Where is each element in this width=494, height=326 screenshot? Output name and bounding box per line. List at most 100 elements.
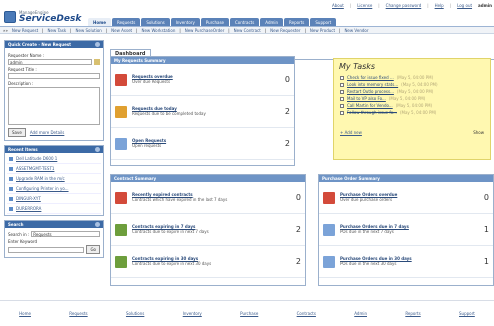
list-item[interactable]: Look into memory stats... (May 5, 04:00 P…: [334, 81, 490, 88]
list-item[interactable]: Purchase Orders overdue Over due purchase…: [319, 182, 493, 214]
change-password-link[interactable]: Change password: [386, 3, 422, 8]
new-asset-link[interactable]: New Asset: [111, 28, 132, 33]
list-item[interactable]: Dell Latitude D600 1: [7, 154, 101, 164]
search-in-select[interactable]: Requests: [31, 231, 100, 237]
tab-support[interactable]: Support: [310, 18, 337, 26]
requester-input[interactable]: admin: [8, 59, 92, 65]
new-product-link[interactable]: New Product: [310, 28, 335, 33]
footer-contracts-link[interactable]: Contracts: [297, 311, 316, 316]
tab-reports[interactable]: Reports: [284, 18, 310, 26]
list-item[interactable]: Restart Outlo process... (May 5, 04:00 PM…: [334, 88, 490, 95]
list-item[interactable]: Requests due today Requests due to be com…: [111, 96, 294, 128]
tab-admin[interactable]: Admin: [260, 18, 284, 26]
list-item[interactable]: ASSETMGMT-TEST1: [7, 164, 101, 174]
username-label: admin: [478, 3, 492, 8]
help-link[interactable]: Help: [435, 3, 444, 8]
footer-requests-link[interactable]: Requests: [69, 311, 87, 316]
task-checkbox[interactable]: [340, 110, 344, 115]
item-count: 2: [295, 225, 301, 234]
footer-inventory-link[interactable]: Inventory: [183, 311, 202, 316]
asset-icon: [9, 156, 13, 161]
po-7days-icon: [323, 223, 335, 236]
tab-contracts[interactable]: Contracts: [230, 18, 260, 26]
list-item[interactable]: Contracts expiring in 30 days Contracts d…: [111, 246, 305, 278]
list-item[interactable]: Contracts expiring in 7 days Contracts du…: [111, 214, 305, 246]
tab-solutions[interactable]: Solutions: [141, 18, 170, 26]
requester-lookup-icon[interactable]: [94, 59, 100, 65]
license-link[interactable]: License: [357, 3, 372, 8]
logout-link[interactable]: Log out: [457, 3, 472, 8]
footer-solutions-link[interactable]: Solutions: [126, 311, 144, 316]
footer-support-link[interactable]: Support: [459, 311, 475, 316]
task-date: (May 5, 04:00 PM): [396, 89, 434, 94]
due-today-icon: [115, 105, 127, 118]
list-item[interactable]: Recently expired contracts Contracts whic…: [111, 182, 305, 214]
contract-30days-icon: [115, 255, 127, 268]
list-item[interactable]: Check for issue fixed ... (May 5, 04:00 P…: [334, 74, 490, 81]
recent-item-link[interactable]: DINGUR-XYT: [16, 196, 41, 201]
new-workstation-link[interactable]: New Workstation: [141, 28, 175, 33]
sidebar: Quick Create - New Request Requester Nam…: [4, 40, 104, 262]
list-item[interactable]: Configuring Printer in yo...: [7, 184, 101, 194]
collapse-icon[interactable]: [95, 222, 100, 227]
tab-purchase[interactable]: Purchase: [200, 18, 229, 26]
new-requester-link[interactable]: New Requester: [270, 28, 300, 33]
about-link[interactable]: About: [332, 3, 344, 8]
footer-reports-link[interactable]: Reports: [405, 311, 420, 316]
task-checkbox[interactable]: [340, 75, 344, 80]
show-tasks-label[interactable]: Show: [473, 130, 484, 135]
request-title-input[interactable]: [8, 73, 100, 79]
task-date: (May 5, 04:00 PM): [388, 96, 426, 101]
task-checkbox[interactable]: [340, 89, 344, 94]
recent-item-link[interactable]: Upgrade RAM in the m/c: [16, 176, 65, 181]
list-item[interactable]: Open Requests Open requests 2: [111, 128, 294, 160]
po-30days-icon: [323, 255, 335, 268]
list-item[interactable]: Purchase Orders due in 30 days POs due in…: [319, 246, 493, 278]
task-link[interactable]: Restart Outlo process...: [347, 89, 394, 94]
list-item[interactable]: DURERRORA: [7, 204, 101, 214]
task-checkbox[interactable]: [340, 82, 344, 87]
list-item[interactable]: Follow through issue fo... (May 5, 04:00 …: [334, 109, 490, 116]
asset-icon: [9, 206, 13, 211]
recent-item-link[interactable]: Dell Latitude D600 1: [16, 156, 57, 161]
new-task-link[interactable]: New Task: [48, 28, 67, 33]
new-vendor-link[interactable]: New Vendor: [344, 28, 368, 33]
new-request-link[interactable]: New Request: [12, 28, 38, 33]
list-item[interactable]: Upgrade RAM in the m/c: [7, 174, 101, 184]
new-contract-link[interactable]: New Contract: [234, 28, 261, 33]
footer-home-link[interactable]: Home: [19, 311, 31, 316]
item-subtitle: POs due in the next 7 days: [340, 228, 394, 234]
collapse-icon[interactable]: [95, 42, 100, 47]
footer-purchase-link[interactable]: Purchase: [240, 311, 258, 316]
list-item[interactable]: Requests overdue Over due Requests 0: [111, 64, 294, 96]
tab-requests[interactable]: Requests: [111, 18, 141, 26]
task-link[interactable]: Call Martin for Vendo...: [347, 103, 393, 108]
go-button[interactable]: Go: [86, 245, 100, 254]
tab-inventory[interactable]: Inventory: [170, 18, 200, 26]
list-item[interactable]: Mail to VP also Fo... (May 5, 04:00 PM): [334, 95, 490, 102]
task-checkbox[interactable]: [340, 103, 344, 108]
save-button[interactable]: Save: [8, 128, 26, 137]
footer-admin-link[interactable]: Admin: [354, 311, 367, 316]
list-item[interactable]: Call Martin for Vendo... (May 5, 04:00 PM…: [334, 102, 490, 109]
recent-item-link[interactable]: ASSETMGMT-TEST1: [16, 166, 54, 171]
list-item[interactable]: DINGUR-XYT: [7, 194, 101, 204]
task-link[interactable]: Check for issue fixed ...: [347, 75, 394, 80]
recent-item-link[interactable]: Configuring Printer in yo...: [16, 186, 69, 191]
task-checkbox[interactable]: [340, 96, 344, 101]
recent-item-link[interactable]: DURERRORA: [16, 206, 41, 211]
search-input[interactable]: [8, 246, 85, 253]
task-link[interactable]: Follow through issue fo...: [347, 110, 397, 115]
task-link[interactable]: Look into memory stats...: [347, 82, 398, 87]
task-link[interactable]: Mail to VP also Fo...: [347, 96, 386, 101]
main-tabs: Home Requests Solutions Inventory Purcha…: [88, 18, 337, 26]
new-solution-link[interactable]: New Solution: [76, 28, 102, 33]
list-item[interactable]: Purchase Orders due in 7 days POs due in …: [319, 214, 493, 246]
add-more-details-link[interactable]: Add more Details: [30, 130, 65, 135]
description-textarea[interactable]: [8, 87, 100, 125]
collapse-icon[interactable]: [95, 147, 100, 152]
tab-home[interactable]: Home: [88, 18, 111, 26]
requests-summary-title: My Requests Summary: [111, 57, 294, 64]
add-task-link[interactable]: + Add new: [340, 130, 362, 135]
new-purchaseorder-link[interactable]: New PurchaseOrder: [185, 28, 225, 33]
